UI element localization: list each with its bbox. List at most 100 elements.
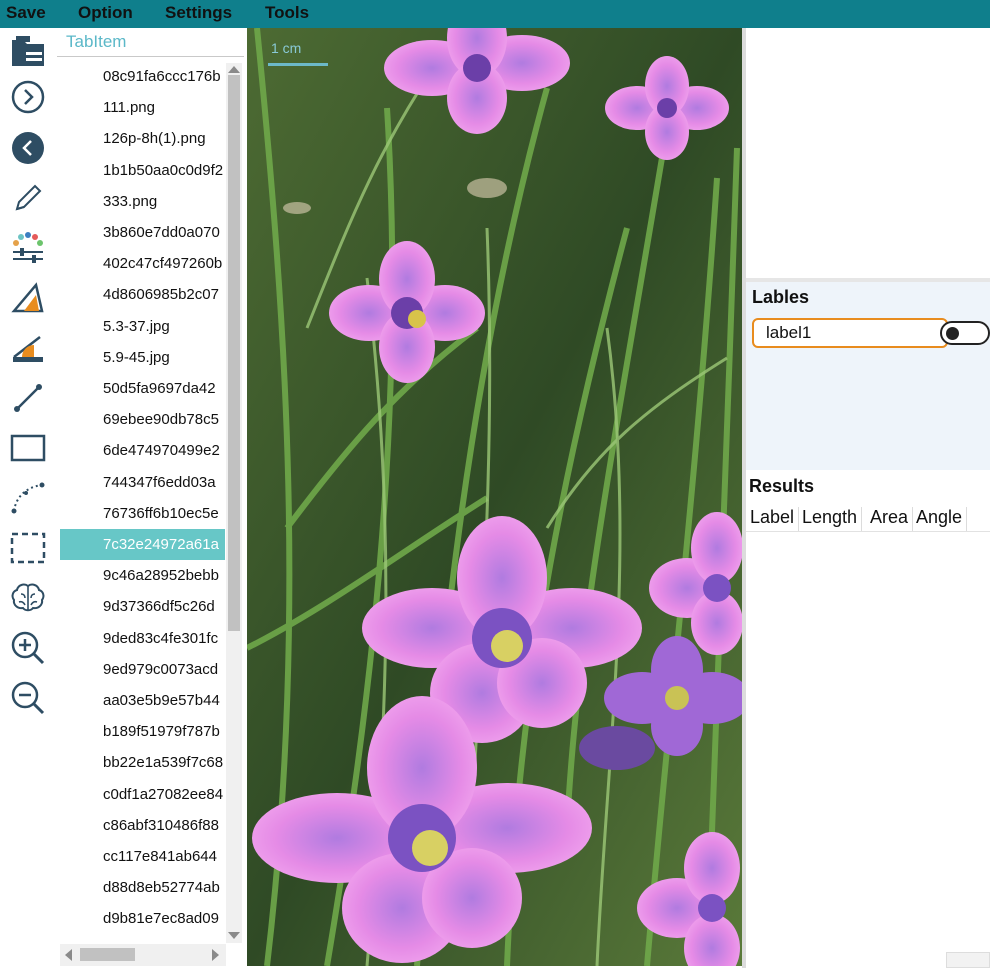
arrow-left-circle-icon[interactable] [8, 128, 48, 168]
column-label[interactable]: Label [750, 507, 800, 531]
file-name: 1b1b50aa0c0d9f2 [103, 161, 224, 179]
resize-grip[interactable] [946, 952, 990, 968]
file-list-item[interactable]: 5.3-37.jpg [60, 311, 225, 342]
results-title: Results [749, 476, 815, 496]
file-list-item[interactable]: 9ded83c4fe301fc [60, 623, 225, 654]
toggle-knob [946, 327, 959, 340]
curve-icon[interactable] [8, 478, 48, 518]
results-table-header: Label Length Area Angle [746, 505, 990, 532]
file-name: 9ded83c4fe301fc [103, 629, 219, 647]
file-list-item[interactable]: 744347f6edd03a [60, 467, 225, 498]
file-name: 9d37366df5c26d [103, 598, 215, 616]
label-toggle[interactable] [940, 321, 990, 345]
arrow-right-circle-icon[interactable] [8, 77, 48, 117]
labels-panel [746, 282, 990, 470]
label-input[interactable]: label1 [752, 318, 948, 348]
labels-title: Lables [752, 287, 810, 307]
preview-area [746, 28, 990, 278]
scroll-down-icon[interactable] [228, 932, 240, 939]
file-list-item[interactable]: 7c32e24972a61a [60, 529, 225, 560]
image-viewer[interactable] [247, 28, 742, 966]
file-name: 76736ff6b10ec5e [103, 504, 219, 522]
file-tab-header[interactable]: TabItem [66, 32, 126, 52]
file-list-item[interactable]: 3b860e7dd0a070 [60, 217, 225, 248]
file-name: 69ebee90db78c5 [103, 411, 219, 429]
file-name: 126p-8h(1).png [103, 130, 206, 148]
file-list-item[interactable]: cc117e841ab644 [60, 841, 225, 872]
menu-bar: Save Option Settings Tools [0, 0, 990, 28]
scroll-thumb[interactable] [228, 75, 240, 631]
file-list-item[interactable]: 111.png [60, 92, 225, 123]
zoom-out-icon[interactable] [8, 678, 48, 718]
file-list-item[interactable]: 08c91fa6ccc176b [60, 61, 225, 92]
file-list-item[interactable]: 333.png [60, 186, 225, 217]
file-name: 5.3-37.jpg [103, 317, 170, 335]
file-list-item[interactable]: c0df1a27082ee84 [60, 779, 225, 810]
file-name: 333.png [103, 192, 158, 210]
file-name: 744347f6edd03a [103, 473, 216, 491]
folder-icon[interactable] [8, 31, 48, 71]
file-name: d9b81e7ec8ad09 [103, 910, 219, 928]
file-list-item[interactable]: 4d8606985b2c07 [60, 279, 225, 310]
file-name: bb22e1a539f7c68 [103, 754, 224, 772]
file-list-item[interactable]: bb22e1a539f7c68 [60, 747, 225, 778]
file-list-item[interactable]: 50d5fa9697da42 [60, 373, 225, 404]
column-area[interactable]: Area [870, 507, 914, 531]
file-list-item[interactable]: d88d8eb52774ab [60, 872, 225, 903]
file-name: 9c46a28952bebb [103, 567, 219, 585]
file-name: c86abf310486f88 [103, 816, 219, 834]
file-name: aa03e5b9e57b44 [103, 692, 220, 709]
file-list-item[interactable]: 76736ff6b10ec5e [60, 498, 225, 529]
scroll-right-icon[interactable] [212, 949, 219, 961]
file-list-item[interactable]: d9b81e7ec8ad09 [60, 903, 225, 934]
file-list-item[interactable]: 5.9-45.jpg [60, 342, 225, 373]
menu-option[interactable]: Option [78, 3, 133, 23]
file-list-item[interactable]: aa03e5b9e57b44 [60, 685, 225, 716]
file-name: 08c91fa6ccc176b [103, 68, 221, 85]
file-list-horizontal-scrollbar[interactable] [60, 944, 226, 966]
file-list-item[interactable]: 9d37366df5c26d [60, 591, 225, 622]
color-palette-icon[interactable] [8, 228, 48, 268]
file-name: 402c47cf497260b [103, 255, 223, 273]
triangle-measure-icon[interactable] [8, 278, 48, 318]
scroll-left-icon[interactable] [65, 949, 72, 961]
menu-save[interactable]: Save [6, 3, 46, 23]
brain-icon[interactable] [8, 578, 48, 618]
file-name: 50d5fa9697da42 [103, 380, 216, 397]
file-list-item[interactable]: 6de474970499e2 [60, 435, 225, 466]
file-name: 3b860e7dd0a070 [103, 224, 220, 241]
scroll-up-icon[interactable] [228, 66, 240, 73]
flower-photo [247, 28, 742, 966]
viewer-tab-underline [268, 63, 328, 66]
file-list-vertical-scrollbar[interactable] [226, 63, 242, 943]
file-name: 9ed979c0073acd [103, 660, 219, 678]
column-angle[interactable]: Angle [916, 507, 968, 531]
viewer-scale-tab[interactable]: 1 cm [271, 40, 301, 56]
menu-tools[interactable]: Tools [265, 3, 309, 23]
column-length[interactable]: Length [802, 507, 863, 531]
file-name: d88d8eb52774ab [103, 879, 220, 897]
file-list-item[interactable]: 402c47cf497260b [60, 248, 225, 279]
file-list-item[interactable]: b189f51979f787b [60, 716, 225, 747]
dashed-selection-icon[interactable] [8, 528, 48, 568]
file-list-item[interactable]: 126p-8h(1).png [60, 123, 225, 154]
file-list-item[interactable]: 9c46a28952bebb [60, 560, 225, 591]
line-icon[interactable] [8, 378, 48, 418]
file-list-item[interactable]: 9ed979c0073acd [60, 654, 225, 685]
file-name: 5.9-45.jpg [103, 348, 170, 366]
file-list: 08c91fa6ccc176b 111.png 126p-8h(1).png 1b1b… [57, 56, 244, 969]
pencil-icon[interactable] [8, 178, 48, 218]
file-list-item[interactable]: 1b1b50aa0c0d9f2 [60, 155, 225, 186]
file-list-item[interactable]: 69ebee90db78c5 [60, 404, 225, 435]
angle-ruler-icon[interactable] [8, 328, 48, 368]
file-name: cc117e841ab644 [103, 848, 217, 865]
file-list-item[interactable]: c86abf310486f88 [60, 810, 225, 841]
zoom-in-icon[interactable] [8, 628, 48, 668]
file-name: 111.png [103, 99, 155, 117]
file-name: 7c32e24972a61a [103, 536, 219, 553]
menu-settings[interactable]: Settings [165, 3, 232, 23]
hscroll-thumb[interactable] [80, 948, 135, 961]
rectangle-icon[interactable] [8, 428, 48, 468]
file-name: 6de474970499e2 [103, 442, 220, 460]
file-name: c0df1a27082ee84 [103, 785, 224, 803]
